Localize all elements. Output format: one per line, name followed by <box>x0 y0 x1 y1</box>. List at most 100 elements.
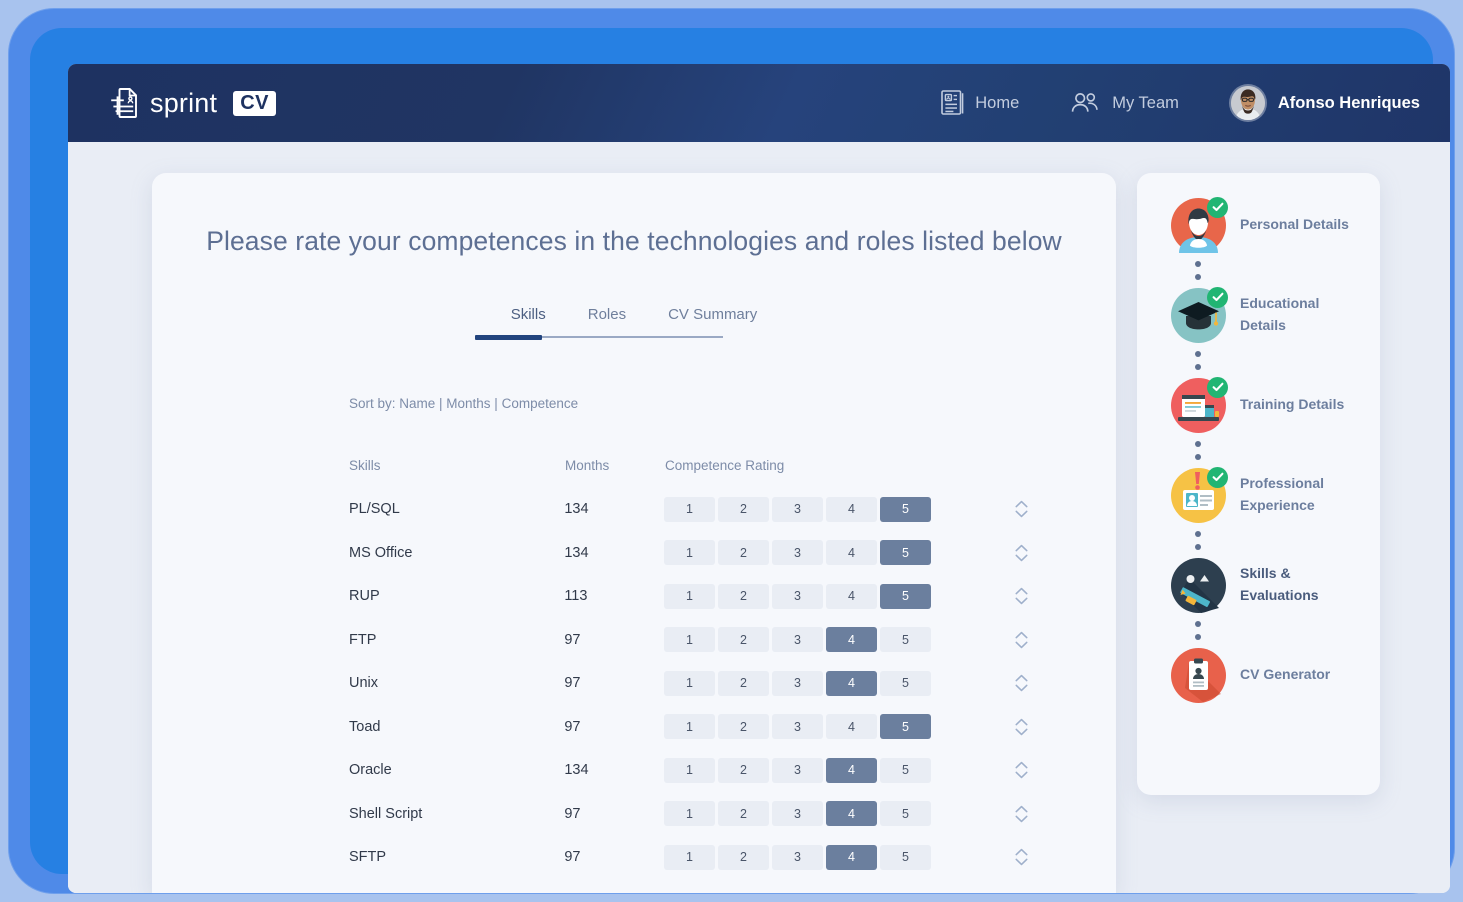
rating-button-4[interactable]: 4 <box>826 845 877 870</box>
reorder-stepper-icon[interactable] <box>1013 496 1029 522</box>
rating-button-4[interactable]: 4 <box>826 584 877 609</box>
table-row: Toad9712345 <box>349 705 1029 749</box>
rating-button-1[interactable]: 1 <box>664 584 715 609</box>
rating-button-4[interactable]: 4 <box>826 714 877 739</box>
rating-group: 12345 <box>664 714 963 739</box>
rating-button-2[interactable]: 2 <box>718 801 769 826</box>
reorder-stepper-icon[interactable] <box>1013 714 1029 740</box>
reorder-stepper-icon[interactable] <box>1013 627 1029 653</box>
rating-button-4[interactable]: 4 <box>826 758 877 783</box>
table-row: MS Office13412345 <box>349 531 1029 575</box>
rating-button-5[interactable]: 5 <box>880 758 931 783</box>
team-people-icon <box>1071 92 1101 114</box>
tab-cv-summary[interactable]: CV Summary <box>666 306 759 325</box>
rating-group: 12345 <box>664 540 963 565</box>
sidebar-step-training-details[interactable]: Training Details <box>1137 375 1380 435</box>
rating-button-2[interactable]: 2 <box>718 758 769 783</box>
rating-button-4[interactable]: 4 <box>826 671 877 696</box>
rating-button-3[interactable]: 3 <box>772 584 823 609</box>
rating-button-5[interactable]: 5 <box>880 627 931 652</box>
reorder-stepper-icon[interactable] <box>1013 670 1029 696</box>
rating-button-2[interactable]: 2 <box>718 627 769 652</box>
rating-button-2[interactable]: 2 <box>718 714 769 739</box>
sprint-cv-logo-icon <box>110 87 140 119</box>
sidebar-step-educational-details[interactable]: Educational Details <box>1137 285 1380 345</box>
sidebar-step-professional-experience[interactable]: Professional Experience <box>1137 465 1380 525</box>
graduation-cap-icon <box>1171 288 1226 343</box>
reorder-stepper-icon[interactable] <box>1013 844 1029 870</box>
person-avatar-icon <box>1171 198 1226 253</box>
reorder-stepper-icon[interactable] <box>1013 757 1029 783</box>
tab-roles[interactable]: Roles <box>586 306 628 325</box>
rating-button-5[interactable]: 5 <box>880 497 931 522</box>
training-desk-icon <box>1171 378 1226 433</box>
tab-skills[interactable]: Skills <box>509 306 548 325</box>
rating-group: 12345 <box>664 627 963 652</box>
brand-logo[interactable]: sprint CV <box>110 87 276 119</box>
brand-badge: CV <box>233 91 276 116</box>
rating-button-1[interactable]: 1 <box>664 801 715 826</box>
rating-button-4[interactable]: 4 <box>826 497 877 522</box>
skill-months: 97 <box>564 632 664 648</box>
rating-button-3[interactable]: 3 <box>772 714 823 739</box>
nav-right-group: Home My Team <box>941 86 1420 120</box>
rating-button-3[interactable]: 3 <box>772 627 823 652</box>
rating-button-3[interactable]: 3 <box>772 540 823 565</box>
rating-button-3[interactable]: 3 <box>772 758 823 783</box>
rating-button-3[interactable]: 3 <box>772 801 823 826</box>
rating-button-5[interactable]: 5 <box>880 584 931 609</box>
rating-button-2[interactable]: 2 <box>718 497 769 522</box>
sidebar-step-skills-evaluations[interactable]: Skills & Evaluations <box>1137 555 1380 615</box>
rating-group: 12345 <box>664 671 963 696</box>
skill-name: SFTP <box>349 849 564 865</box>
tab-list: Skills Roles CV Summary <box>509 306 760 338</box>
connector-dot <box>1195 364 1201 370</box>
nav-item-my-team[interactable]: My Team <box>1071 92 1179 114</box>
rating-button-3[interactable]: 3 <box>772 671 823 696</box>
rating-button-5[interactable]: 5 <box>880 845 931 870</box>
nav-item-home[interactable]: Home <box>941 90 1019 116</box>
rating-button-1[interactable]: 1 <box>664 540 715 565</box>
rating-button-4[interactable]: 4 <box>826 801 877 826</box>
rating-button-4[interactable]: 4 <box>826 540 877 565</box>
rating-button-5[interactable]: 5 <box>880 540 931 565</box>
rating-button-1[interactable]: 1 <box>664 671 715 696</box>
sidebar-step-cv-generator[interactable]: CV Generator <box>1137 645 1380 705</box>
reorder-stepper-icon[interactable] <box>1013 801 1029 827</box>
rating-button-2[interactable]: 2 <box>718 540 769 565</box>
rating-button-1[interactable]: 1 <box>664 758 715 783</box>
skill-months: 97 <box>564 675 664 691</box>
rating-button-4[interactable]: 4 <box>826 627 877 652</box>
step-connector-dots <box>1137 345 1380 375</box>
skill-name: MS Office <box>349 545 564 561</box>
rating-button-3[interactable]: 3 <box>772 845 823 870</box>
rating-button-2[interactable]: 2 <box>718 845 769 870</box>
skill-name: FTP <box>349 632 564 648</box>
sort-by-control[interactable]: Sort by: Name | Months | Competence <box>349 396 1116 411</box>
step-connector-dots <box>1137 615 1380 645</box>
sidebar-step-personal-details[interactable]: Personal Details <box>1137 195 1380 255</box>
reorder-stepper-icon[interactable] <box>1013 540 1029 566</box>
page-body: Please rate your competences in the tech… <box>68 142 1450 893</box>
user-menu[interactable]: Afonso Henriques <box>1231 86 1420 120</box>
table-row: PL/SQL13412345 <box>349 488 1029 532</box>
completed-check-icon <box>1207 197 1228 218</box>
rating-group: 12345 <box>664 845 963 870</box>
rating-button-5[interactable]: 5 <box>880 714 931 739</box>
reorder-stepper-icon[interactable] <box>1013 583 1029 609</box>
rating-button-5[interactable]: 5 <box>880 801 931 826</box>
tabs-container: Skills Roles CV Summary <box>152 306 1116 338</box>
rating-button-1[interactable]: 1 <box>664 627 715 652</box>
rating-button-2[interactable]: 2 <box>718 671 769 696</box>
rating-button-1[interactable]: 1 <box>664 497 715 522</box>
step-connector-dots <box>1137 525 1380 555</box>
rating-button-1[interactable]: 1 <box>664 714 715 739</box>
step-connector-dots <box>1137 435 1380 465</box>
skill-months: 134 <box>564 545 664 561</box>
rating-button-3[interactable]: 3 <box>772 497 823 522</box>
rating-button-2[interactable]: 2 <box>718 584 769 609</box>
top-navigation-bar: sprint CV <box>68 64 1450 142</box>
rating-button-5[interactable]: 5 <box>880 671 931 696</box>
table-row: SFTP9712345 <box>349 836 1029 880</box>
rating-button-1[interactable]: 1 <box>664 845 715 870</box>
